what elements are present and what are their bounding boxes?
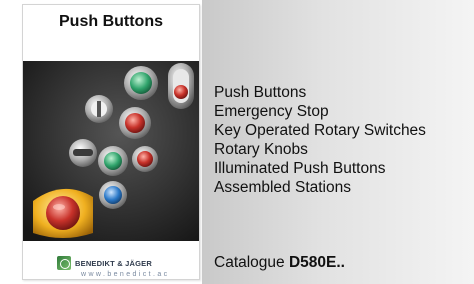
cover-title: Push Buttons — [59, 13, 163, 30]
rotary-knob-icon — [69, 139, 97, 167]
catalogue-label: Catalogue — [214, 254, 285, 271]
product-list: Push Buttons Emergency Stop Key Operated… — [214, 83, 426, 197]
green-button-icon — [98, 146, 128, 176]
emergency-stop-icon — [33, 188, 93, 238]
info-panel: Push Buttons Emergency Stop Key Operated… — [202, 0, 474, 284]
brand-url: www.benedict.ac — [81, 271, 170, 278]
list-item: Rotary Knobs — [214, 141, 308, 158]
green-button-icon — [124, 66, 158, 100]
list-item: Key Operated Rotary Switches — [214, 122, 426, 139]
brand-logo: BENEDIKT & JÄGER — [57, 255, 152, 271]
blue-button-icon — [99, 181, 127, 209]
key-switch-icon — [85, 95, 113, 123]
list-item: Illuminated Push Buttons — [214, 160, 386, 177]
catalogue-cover[interactable]: Push Buttons BENEDIKT & JÄGER www.benedi… — [22, 4, 200, 280]
brand-name: BENEDIKT & JÄGER — [75, 258, 152, 268]
red-button-icon — [132, 146, 158, 172]
red-button-icon — [119, 107, 151, 139]
list-item: Assembled Stations — [214, 179, 351, 196]
catalogue-reference: Catalogue D580E.. — [214, 254, 345, 272]
push-buttons-photo — [23, 61, 199, 241]
red-illuminated-button-icon — [168, 63, 194, 109]
list-item: Push Buttons — [214, 84, 307, 101]
catalogue-code: D580E.. — [288, 254, 345, 271]
brand-logo-icon — [57, 256, 71, 270]
list-item: Emergency Stop — [214, 103, 329, 120]
